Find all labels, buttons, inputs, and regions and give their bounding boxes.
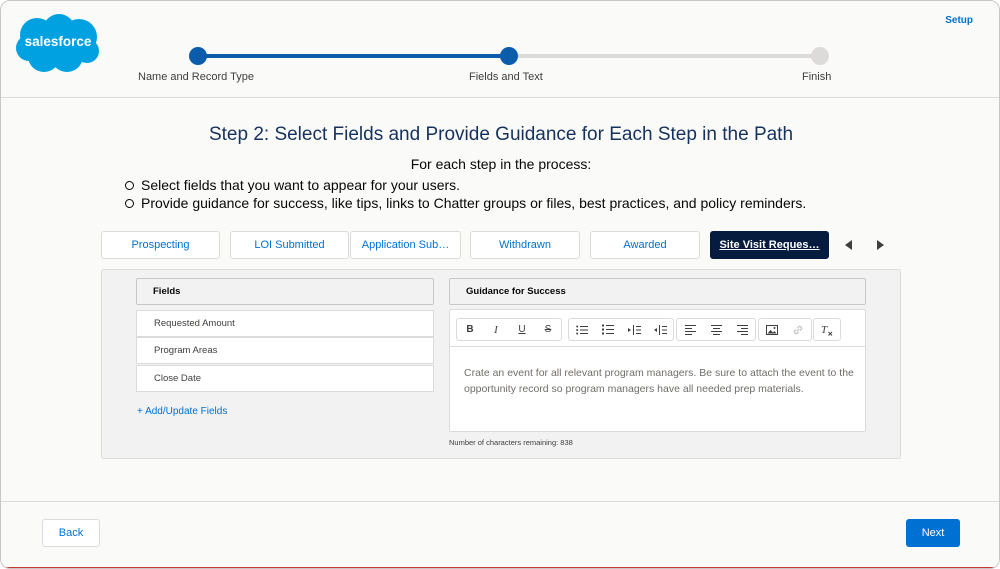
- clear-formatting-icon[interactable]: T: [814, 319, 840, 340]
- path-tab-loi-submitted[interactable]: LOI Submitted: [230, 231, 349, 259]
- align-text-group: [676, 318, 756, 341]
- path-tab-application-submitted[interactable]: Application Sub…: [350, 231, 461, 259]
- triangle-left-icon[interactable]: [836, 231, 862, 259]
- wizard-progress: Name and Record Type Fields and Text Fin…: [1, 1, 999, 98]
- format-text-group: B I U S: [456, 318, 562, 341]
- path-tab-withdrawn[interactable]: Withdrawn: [470, 231, 580, 259]
- progress-step-3-label: Finish: [802, 71, 832, 83]
- insert-content-group: [758, 318, 812, 341]
- align-left-icon[interactable]: [677, 319, 703, 340]
- fields-heading: Fields: [136, 278, 434, 305]
- add-update-fields-link[interactable]: + Add/Update Fields: [137, 406, 227, 417]
- instruction-item: Provide guidance for success, like tips,…: [125, 194, 806, 212]
- underline-icon[interactable]: U: [509, 319, 535, 340]
- instructions-list: Select fields that you want to appear fo…: [125, 176, 806, 212]
- outdent-icon[interactable]: [647, 319, 673, 340]
- setup-wizard-window: salesforce Name and Record Type Fields a…: [0, 0, 1000, 569]
- guidance-rich-text-editor[interactable]: B I U S T Crate an event for all relevan…: [449, 309, 866, 432]
- bold-icon[interactable]: B: [457, 319, 483, 340]
- image-icon[interactable]: [759, 319, 785, 340]
- page-title: Step 2: Select Fields and Provide Guidan…: [208, 124, 794, 145]
- align-center-icon[interactable]: [703, 319, 729, 340]
- editor-toolbar: B I U S T: [450, 310, 865, 347]
- guidance-heading: Guidance for Success: [449, 278, 866, 305]
- numbered-list-icon[interactable]: [595, 319, 621, 340]
- instruction-item: Select fields that you want to appear fo…: [125, 176, 806, 194]
- field-row-close-date[interactable]: Close Date: [136, 365, 434, 392]
- remove-formatting-group: T: [813, 318, 841, 341]
- progress-track-incomplete: [509, 54, 820, 58]
- progress-step-2-label: Fields and Text: [469, 71, 543, 83]
- progress-track-complete: [198, 54, 509, 58]
- wizard-header: salesforce Name and Record Type Fields a…: [1, 1, 999, 98]
- path-tab-awarded[interactable]: Awarded: [590, 231, 700, 259]
- format-body-group: [568, 318, 674, 341]
- link-icon[interactable]: [785, 319, 811, 340]
- progress-step-2-marker: [500, 47, 518, 65]
- path-tab-site-visit-requested[interactable]: Site Visit Reques…: [710, 231, 829, 259]
- strikethrough-icon[interactable]: S: [535, 319, 561, 340]
- instructions-intro: For each step in the process:: [410, 156, 592, 172]
- characters-remaining: Number of characters remaining: 838: [449, 438, 573, 447]
- align-right-icon[interactable]: [729, 319, 755, 340]
- field-row-program-areas[interactable]: Program Areas: [136, 337, 434, 364]
- triangle-right-icon[interactable]: [867, 231, 893, 259]
- setup-link[interactable]: Setup: [945, 15, 973, 26]
- path-tab-prospecting[interactable]: Prospecting: [101, 231, 220, 259]
- svg-text:T: T: [821, 324, 828, 336]
- wizard-footer: [1, 501, 999, 568]
- progress-step-1-marker: [189, 47, 207, 65]
- field-row-requested-amount[interactable]: Requested Amount: [136, 310, 434, 337]
- progress-step-1-label: Name and Record Type: [138, 71, 254, 83]
- italic-icon[interactable]: I: [483, 319, 509, 340]
- next-button[interactable]: Next: [906, 519, 960, 547]
- guidance-text[interactable]: Crate an event for all relevant program …: [464, 365, 856, 397]
- indent-icon[interactable]: [621, 319, 647, 340]
- bulleted-list-icon[interactable]: [569, 319, 595, 340]
- back-button[interactable]: Back: [42, 519, 100, 547]
- progress-step-3-marker: [811, 47, 829, 65]
